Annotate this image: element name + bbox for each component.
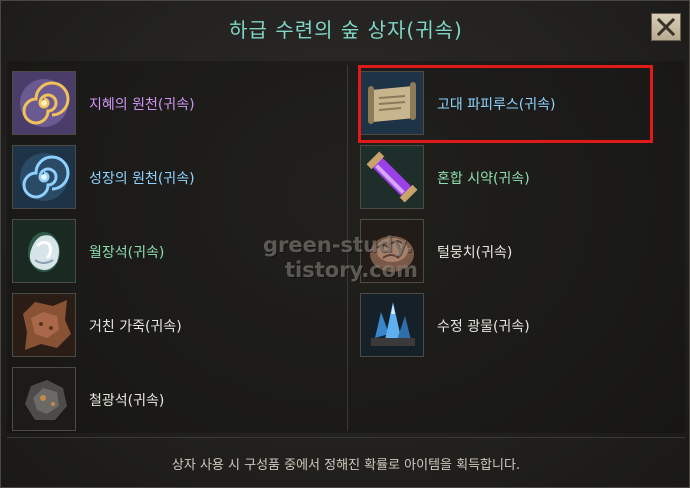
selection-highlight bbox=[358, 65, 653, 143]
list-item[interactable]: 혼합 시약(귀속) bbox=[357, 143, 687, 215]
item-label: 수정 광물(귀속) bbox=[437, 319, 530, 335]
window-title: 하급 수련의 숲 상자(귀속) bbox=[229, 18, 463, 42]
watermark: green-study. tistory.com bbox=[263, 233, 463, 283]
item-slot bbox=[12, 145, 76, 209]
growth-swirl-icon bbox=[13, 146, 75, 208]
item-label: 지혜의 원천(귀속) bbox=[89, 97, 195, 113]
watermark-line: tistory.com bbox=[285, 258, 419, 282]
footer-divider bbox=[7, 437, 685, 438]
reagent-vial-icon bbox=[361, 146, 423, 208]
list-item[interactable]: 거친 가죽(귀속) bbox=[9, 291, 339, 363]
item-slot bbox=[12, 367, 76, 431]
moonstone-icon bbox=[13, 220, 75, 282]
item-slot bbox=[12, 293, 76, 357]
wisdom-swirl-icon bbox=[13, 72, 75, 134]
list-item[interactable]: 철광석(귀속) bbox=[9, 365, 339, 437]
iron-ore-icon bbox=[13, 368, 75, 430]
item-label: 거친 가죽(귀속) bbox=[89, 319, 182, 335]
item-slot bbox=[360, 145, 424, 209]
box-contents-window: 하급 수련의 숲 상자(귀속) 지혜의 원천(귀속) 성장의 원천(귀속) 월장… bbox=[0, 0, 690, 488]
item-label: 성장의 원천(귀속) bbox=[89, 171, 195, 187]
item-label: 철광석(귀속) bbox=[89, 393, 165, 409]
list-item[interactable]: 수정 광물(귀속) bbox=[357, 291, 687, 363]
rough-leather-icon bbox=[13, 294, 75, 356]
item-label: 월장석(귀속) bbox=[89, 245, 165, 261]
list-item[interactable]: 지혜의 원천(귀속) bbox=[9, 69, 339, 141]
close-button[interactable] bbox=[651, 13, 681, 41]
item-slot bbox=[12, 71, 76, 135]
list-item[interactable]: 성장의 원천(귀속) bbox=[9, 143, 339, 215]
close-icon bbox=[656, 17, 676, 37]
item-label: 혼합 시약(귀속) bbox=[437, 171, 530, 187]
crystal-ore-icon bbox=[361, 294, 423, 356]
item-slot bbox=[12, 219, 76, 283]
item-slot bbox=[360, 293, 424, 357]
watermark-line: green-study. bbox=[263, 233, 413, 257]
footer-notice: 상자 사용 시 구성품 중에서 정해진 확률로 아이템을 획득합니다. bbox=[171, 458, 521, 473]
